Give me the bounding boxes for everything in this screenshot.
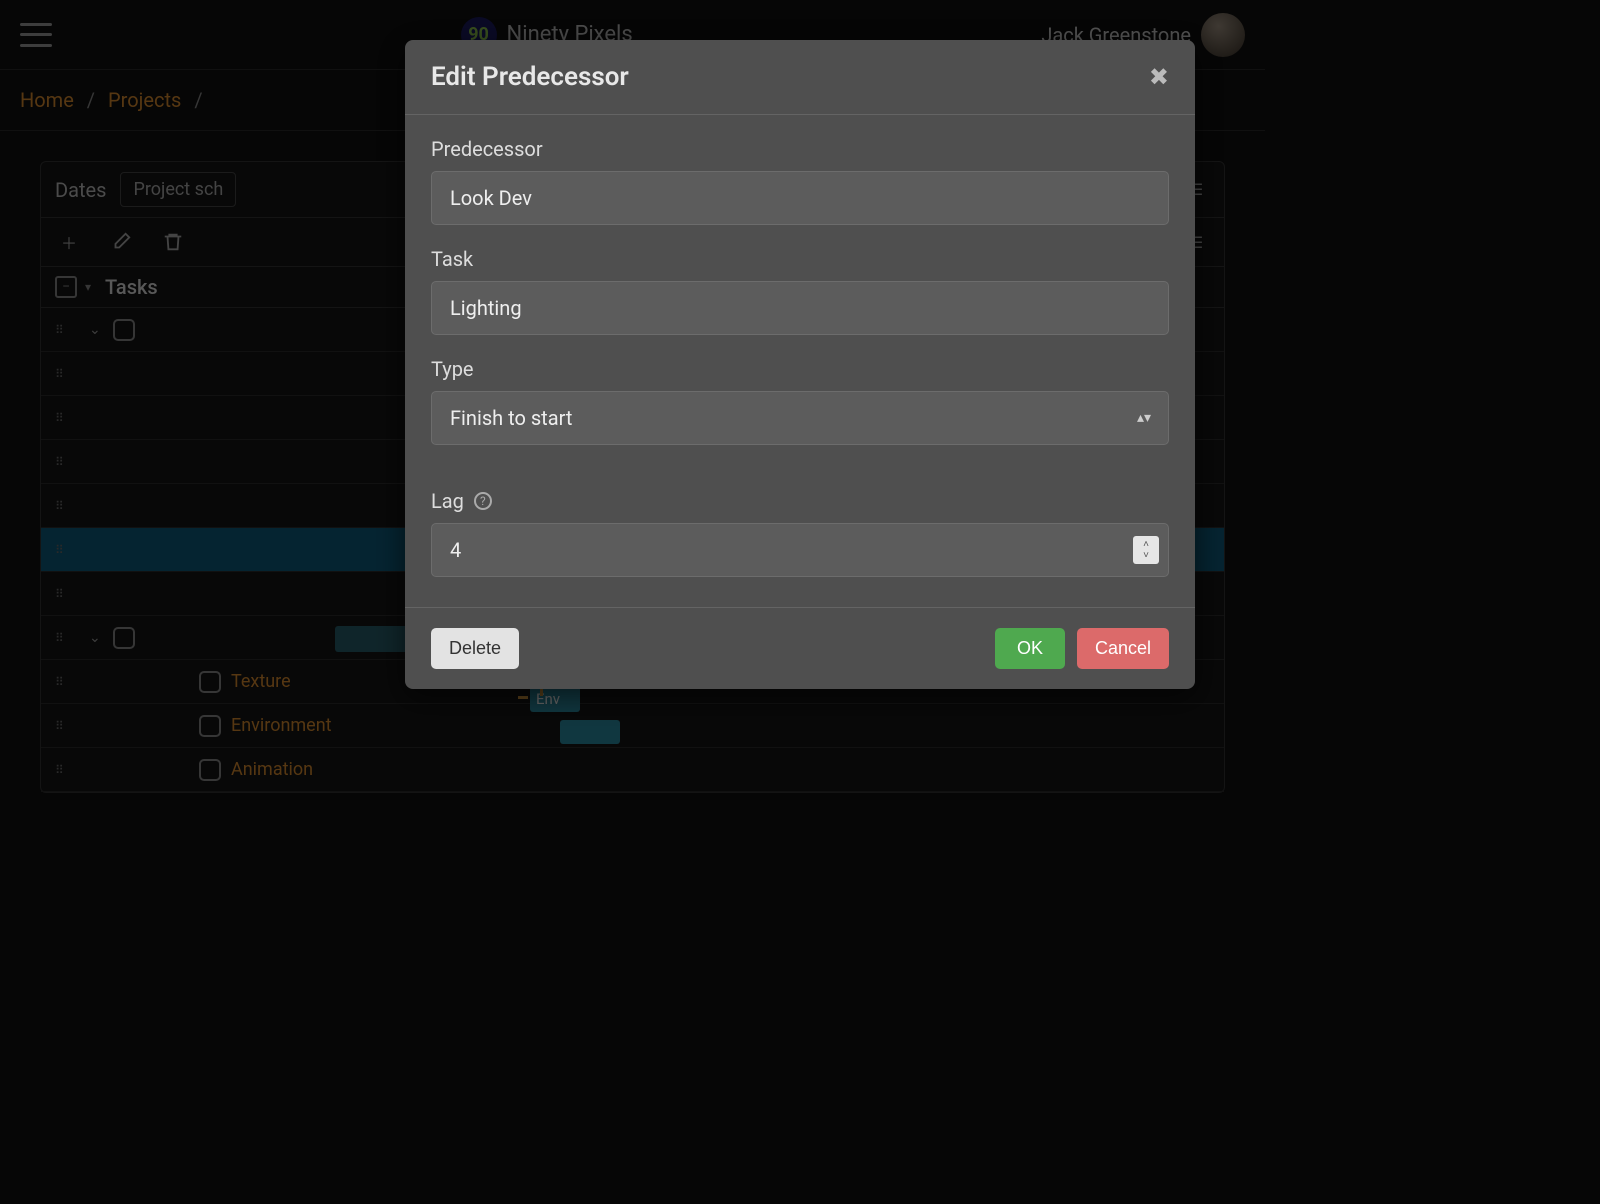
- number-stepper[interactable]: ˄ ˅: [1133, 536, 1159, 564]
- help-icon[interactable]: ?: [474, 492, 492, 510]
- cancel-button[interactable]: Cancel: [1077, 628, 1169, 669]
- modal-overlay: Edit Predecessor ✖ Predecessor Look Dev …: [0, 0, 1600, 1204]
- lag-label: Lag ?: [431, 489, 1169, 513]
- select-caret-icon: ▴▾: [1137, 410, 1151, 426]
- close-icon[interactable]: ✖: [1149, 63, 1169, 91]
- task-label: Task: [431, 247, 1169, 271]
- predecessor-label: Predecessor: [431, 137, 1169, 161]
- ok-button[interactable]: OK: [995, 628, 1065, 669]
- type-label: Type: [431, 357, 1169, 381]
- delete-button[interactable]: Delete: [431, 628, 519, 669]
- lag-input[interactable]: 4: [431, 523, 1169, 577]
- type-select[interactable]: Finish to start: [431, 391, 1169, 445]
- task-field[interactable]: Lighting: [431, 281, 1169, 335]
- modal-title: Edit Predecessor: [431, 62, 629, 92]
- predecessor-field[interactable]: Look Dev: [431, 171, 1169, 225]
- stepper-up-icon[interactable]: ˄: [1143, 539, 1149, 550]
- stepper-down-icon[interactable]: ˅: [1143, 550, 1149, 561]
- edit-predecessor-modal: Edit Predecessor ✖ Predecessor Look Dev …: [405, 40, 1195, 689]
